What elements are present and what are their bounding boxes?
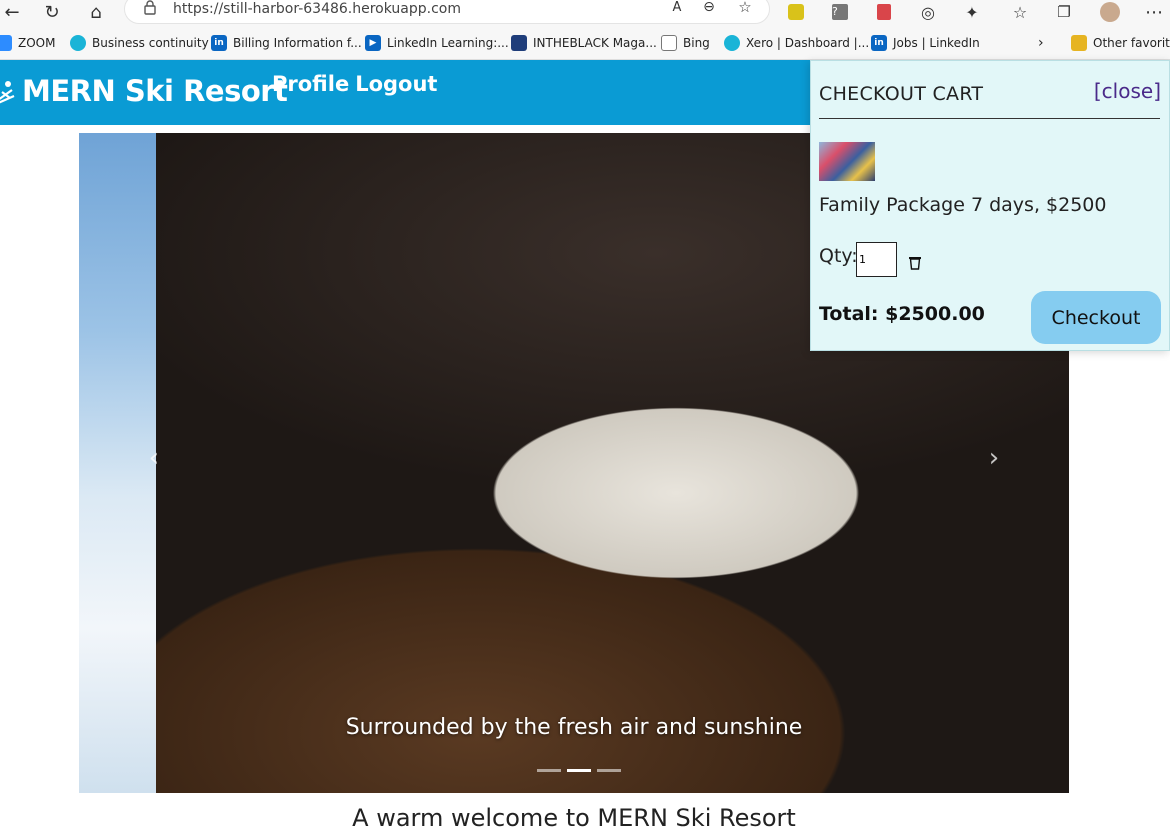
carousel-indicator[interactable]: [597, 769, 621, 772]
carousel-prev-icon[interactable]: ‹: [139, 443, 169, 473]
carousel-indicator-active[interactable]: [567, 769, 591, 772]
extension-icon[interactable]: [784, 0, 808, 24]
address-url: https://still-harbor-63486.herokuapp.com: [173, 1, 461, 17]
nav-profile-link[interactable]: Profile: [272, 72, 349, 96]
qty-label: Qty:: [819, 245, 858, 267]
xero-icon: [724, 35, 740, 51]
bookmark-xero[interactable]: Xero | Dashboard |...: [724, 34, 869, 52]
favorites-add-icon[interactable]: ☆: [733, 0, 757, 19]
cart-title: CHECKOUT CART: [819, 83, 984, 105]
bookmark-linkedin-learning[interactable]: ▶ LinkedIn Learning:...: [365, 34, 509, 52]
bookmark-business-continuity[interactable]: Business continuity: [70, 34, 209, 52]
skier-icon: [0, 81, 15, 104]
refresh-icon[interactable]: ↻: [40, 0, 64, 24]
read-aloud-icon[interactable]: A: [665, 0, 689, 19]
welcome-heading: A warm welcome to MERN Ski Resort: [352, 804, 796, 832]
trash-icon[interactable]: [908, 255, 922, 270]
bookmark-jobs-linkedin[interactable]: in Jobs | LinkedIn: [871, 34, 980, 52]
carousel-next-icon[interactable]: ›: [979, 443, 1009, 473]
home-icon[interactable]: ⌂: [84, 0, 108, 24]
cart-divider: [819, 118, 1160, 119]
cart-close-button[interactable]: [close]: [1094, 79, 1161, 103]
checkout-cart-panel: CHECKOUT CART [close] Family Package 7 d…: [810, 60, 1170, 351]
linkedin-learning-icon: ▶: [365, 35, 381, 51]
collections-icon[interactable]: ❐: [1052, 0, 1076, 24]
favorites-icon[interactable]: ☆: [1008, 0, 1032, 24]
address-bar[interactable]: https://still-harbor-63486.herokuapp.com…: [124, 0, 770, 24]
back-icon[interactable]: ←: [0, 0, 24, 24]
page-icon: [661, 35, 677, 51]
carousel-caption: Surrounded by the fresh air and sunshine: [345, 715, 803, 740]
cart-item-name: Family Package 7 days, $2500: [819, 194, 1107, 216]
linkedin-icon: in: [211, 35, 227, 51]
bookmark-other-favorites[interactable]: Other favorite: [1071, 34, 1170, 52]
bookmark-bing[interactable]: Bing: [661, 34, 710, 52]
carousel-indicators: [534, 769, 624, 773]
cart-total: Total: $2500.00: [819, 303, 985, 325]
browser-toolbar: ← ↻ ⌂ https://still-harbor-63486.herokua…: [0, 0, 1170, 28]
lock-icon: [144, 0, 156, 15]
linkedin-icon: in: [871, 35, 887, 51]
qty-input[interactable]: [856, 242, 897, 277]
bookmark-billing[interactable]: in Billing Information f...: [211, 34, 362, 52]
copilot-icon[interactable]: ◎: [916, 0, 940, 24]
more-menu-icon[interactable]: ⋯: [1142, 0, 1166, 24]
bookmarks-bar: ZOOM Business continuity in Billing Infor…: [0, 28, 1170, 60]
main-nav: Profile Logout: [272, 72, 443, 96]
zoom-out-icon[interactable]: ⊖: [697, 0, 721, 19]
extension-red-icon[interactable]: [872, 0, 896, 24]
xero-icon: [70, 35, 86, 51]
nav-logout-link[interactable]: Logout: [355, 72, 437, 96]
bookmarks-overflow-chevron-icon[interactable]: ›: [1038, 34, 1044, 52]
carousel-indicator[interactable]: [537, 769, 561, 772]
bookmark-zoom[interactable]: ZOOM: [0, 34, 55, 52]
help-extension-icon[interactable]: ?: [828, 0, 852, 24]
folder-icon: [1071, 35, 1087, 51]
brand-title[interactable]: MERN Ski Resort: [22, 74, 288, 108]
zoom-icon: [0, 35, 12, 51]
bookmark-intheblack[interactable]: INTHEBLACK Maga...: [511, 34, 657, 52]
extensions-puzzle-icon[interactable]: ✦: [960, 0, 984, 24]
cart-item-thumbnail: [819, 142, 875, 181]
checkout-button[interactable]: Checkout: [1031, 291, 1161, 344]
profile-avatar-icon[interactable]: [1098, 0, 1122, 24]
cpa-icon: [511, 35, 527, 51]
